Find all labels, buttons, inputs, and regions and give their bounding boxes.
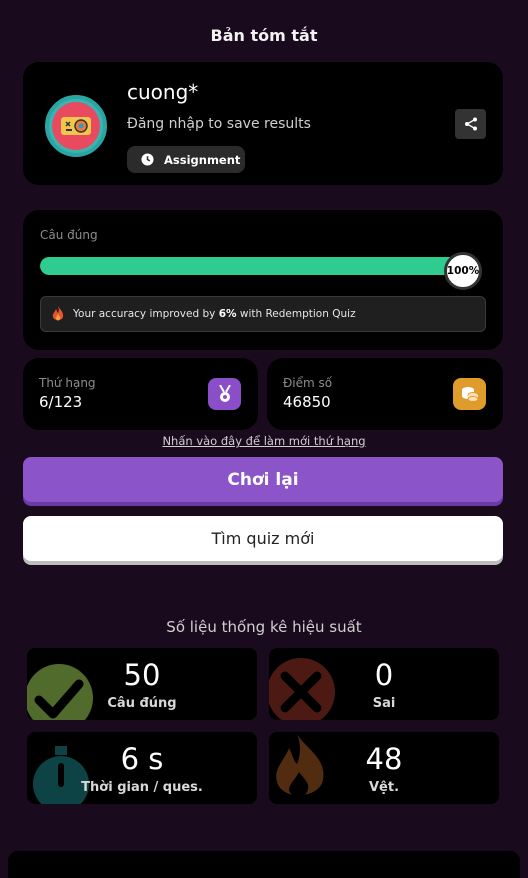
improve-value: 6% — [218, 308, 237, 320]
robot-avatar-icon — [45, 95, 107, 157]
wrong-stat-card: 0 Sai — [269, 648, 499, 720]
find-new-quiz-button[interactable]: Tìm quiz mới — [23, 516, 503, 561]
assignment-button[interactable]: Assignment — [127, 146, 245, 173]
coins-icon — [453, 378, 486, 410]
assignment-label: Assignment — [164, 152, 241, 167]
rank-card: Thứ hạng 6/123 — [23, 358, 258, 430]
improve-suffix: with Redemption Quiz — [239, 308, 356, 320]
streak-stat-card: 48 Vệt. — [269, 732, 499, 804]
correct-label: Câu đúng — [107, 696, 177, 711]
accuracy-progress-fill — [40, 257, 460, 275]
play-again-button[interactable]: Chơi lại — [23, 457, 503, 502]
profile-card: cuong* Đăng nhập to save results Assignm… — [23, 62, 503, 185]
score-label: Điểm số — [283, 376, 333, 390]
time-value: 6 s — [120, 742, 164, 776]
correct-count: 50 — [123, 658, 161, 692]
page-title: Bản tóm tắt — [210, 26, 318, 45]
rank-value: 6/123 — [39, 393, 83, 411]
rank-label: Thứ hạng — [39, 376, 96, 390]
score-card: Điểm số 46850 — [267, 358, 503, 430]
wrong-label: Sai — [372, 696, 396, 711]
score-value: 46850 — [283, 393, 331, 411]
accuracy-label: Câu đúng — [40, 228, 98, 242]
username: cuong* — [127, 80, 199, 104]
time-label: Thời gian / ques. — [81, 780, 203, 795]
share-button[interactable] — [455, 109, 486, 139]
share-icon — [464, 117, 477, 131]
refresh-leaderboard-link[interactable]: Nhấn vào đây để làm mới thứ hạng — [0, 434, 528, 448]
correct-stat-card: 50 Câu đúng — [27, 648, 257, 720]
time-stat-card: 6 s Thời gian / ques. — [27, 732, 257, 804]
clock-icon — [141, 153, 154, 166]
performance-title: Số liệu thống kê hiệu suất — [166, 618, 362, 636]
accuracy-card: Câu đúng 100% Your accuracy improved by … — [23, 210, 503, 350]
streak-label: Vệt. — [368, 780, 400, 795]
medal-icon — [208, 378, 241, 410]
login-hint[interactable]: Đăng nhập to save results — [127, 116, 311, 132]
improve-prefix: Your accuracy improved by — [73, 308, 216, 320]
accuracy-improvement-banner: Your accuracy improved by 6% with Redemp… — [40, 296, 486, 332]
flame-icon — [52, 306, 64, 321]
accuracy-progress-bar — [40, 257, 460, 275]
bottom-panel — [8, 851, 520, 878]
streak-value: 48 — [365, 742, 403, 776]
accuracy-percent: 100% — [444, 252, 482, 290]
wrong-count: 0 — [374, 658, 394, 692]
